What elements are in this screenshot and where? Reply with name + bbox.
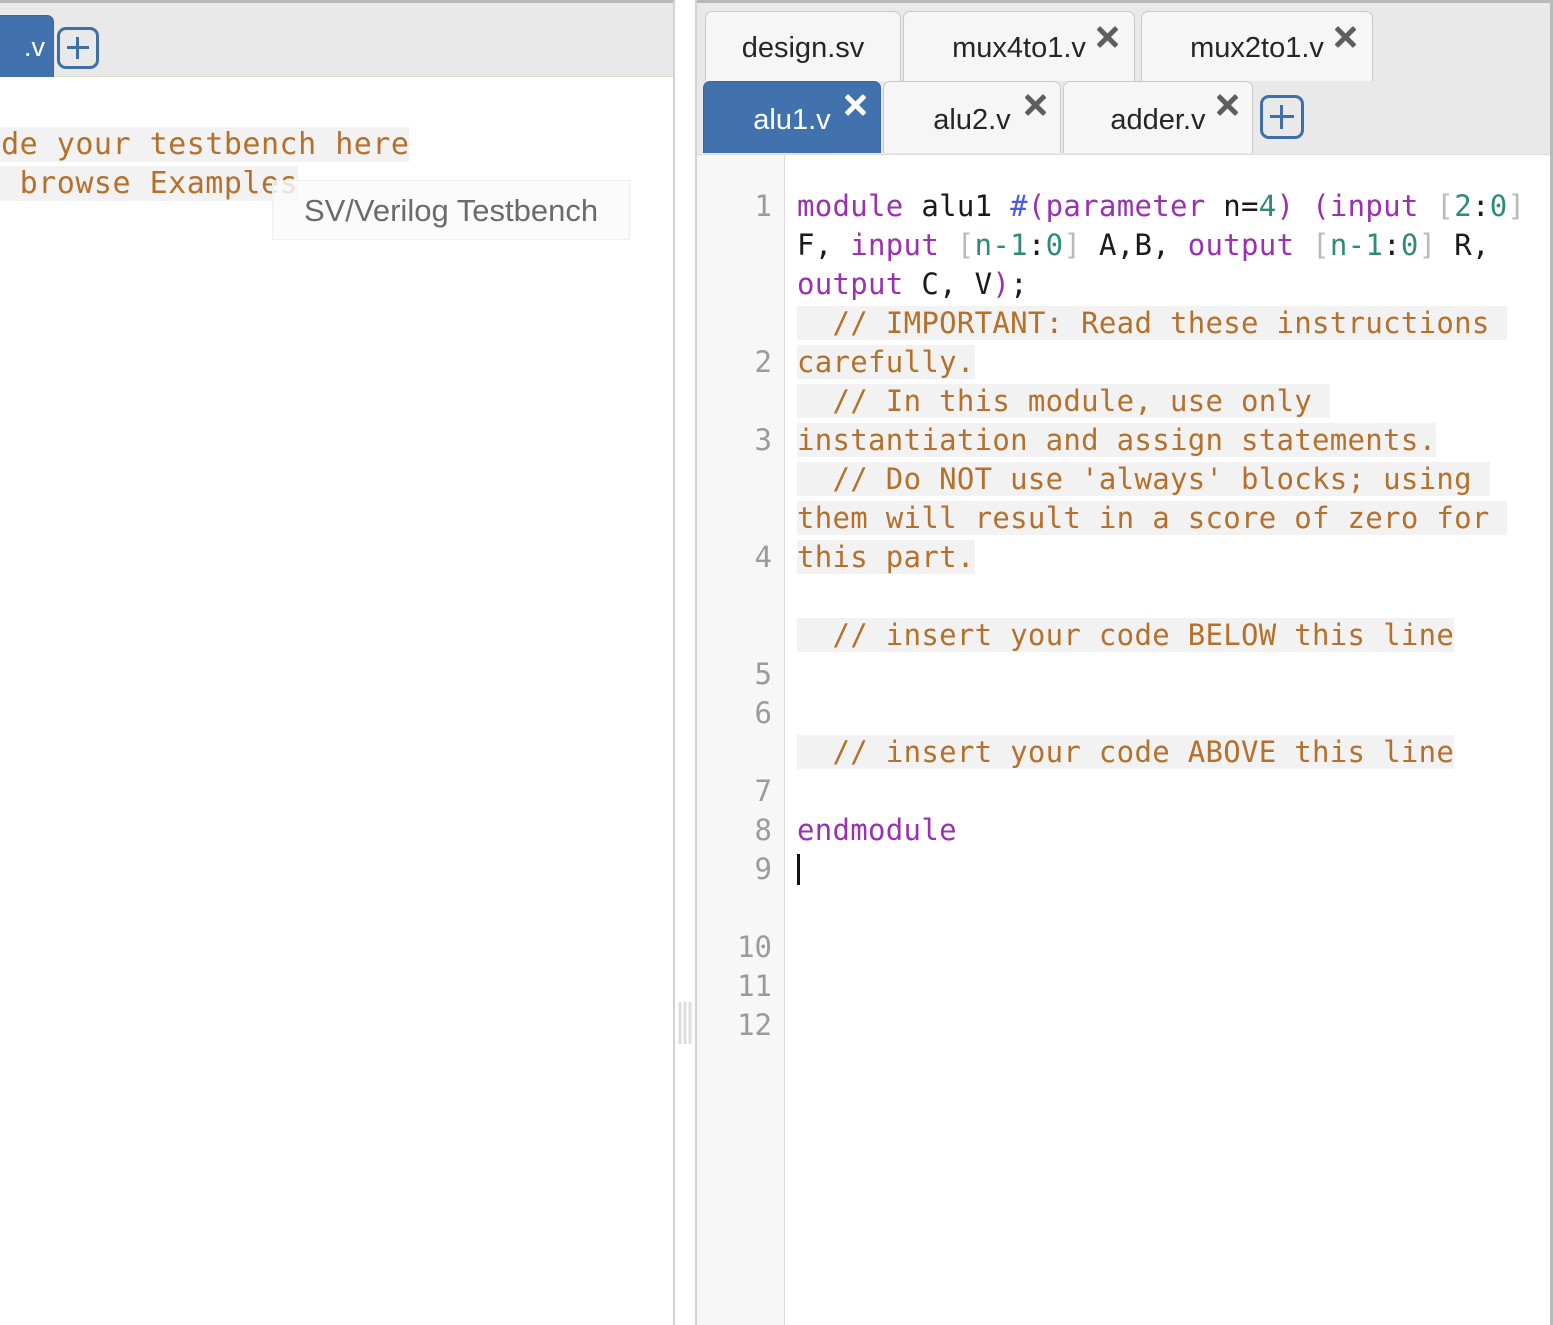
tab-alu1-v[interactable]: alu1.v	[703, 81, 881, 153]
design-tabbar: design.sv mux4to1.v mux2to1.v alu1.v alu…	[697, 3, 1550, 155]
tab-mux2to1-v[interactable]: mux2to1.v	[1141, 11, 1373, 81]
code-line-3: // In this module, use only instantiatio…	[797, 382, 1550, 460]
line-number: 11	[737, 969, 772, 1003]
verilog-ide-window: .v Code your testbench here or browse Ex…	[0, 0, 1553, 1325]
token-number: n-1	[1329, 228, 1384, 262]
testbench-placeholder-line-2: or browse Examples	[0, 166, 299, 201]
token-bracket: [	[1294, 228, 1330, 262]
token-keyword: input	[1329, 189, 1419, 223]
token-bracket: ]	[1507, 189, 1526, 223]
token-comment: // Do NOT use 'always' blocks; using the…	[797, 462, 1508, 574]
token-number: 2	[1454, 189, 1472, 223]
testbench-editor[interactable]: Code your testbench here or browse Examp…	[0, 77, 673, 1325]
token-keyword: output	[1187, 228, 1295, 262]
line-number-spacer	[697, 889, 784, 928]
token-bracket: [	[939, 228, 975, 262]
code-line-6: // insert your code BELOW this line	[797, 616, 1550, 655]
splitter-grip-icon	[678, 1002, 692, 1044]
code-editor[interactable]: 1 2 3 4 5 6 7 8 9 10 11 12 module alu1 #…	[697, 155, 1550, 1325]
tab-design-sv[interactable]: design.sv	[705, 11, 901, 81]
token-number: n-1	[974, 228, 1028, 262]
line-number: 10	[737, 930, 772, 964]
line-number-gutter: 1 2 3 4 5 6 7 8 9 10 11 12	[697, 155, 785, 1325]
text-caret	[797, 854, 800, 885]
code-line-12	[797, 850, 1550, 889]
token-paren: (	[1312, 189, 1330, 223]
line-number-spacer	[697, 577, 784, 655]
line-number-spacer	[697, 733, 784, 772]
add-design-tab-button[interactable]	[1260, 95, 1304, 139]
token-keyword: (parameter	[1027, 189, 1206, 223]
token-semicolon: ;	[1010, 267, 1028, 301]
code-line-2: // IMPORTANT: Read these instructions ca…	[797, 304, 1550, 382]
testbench-panel: .v Code your testbench here or browse Ex…	[0, 0, 673, 1325]
token-colon: :	[1027, 228, 1046, 262]
code-line-4: // Do NOT use 'always' blocks; using the…	[797, 460, 1550, 577]
code-line-1: module alu1 #(parameter n=4) (input [2:0…	[797, 187, 1550, 304]
line-number: 3	[754, 423, 772, 457]
design-panel: design.sv mux4to1.v mux2to1.v alu1.v alu…	[697, 0, 1553, 1325]
code-content[interactable]: module alu1 #(parameter n=4) (input [2:0…	[785, 155, 1550, 1325]
line-number: 6	[754, 696, 772, 730]
line-number-spacer	[697, 382, 784, 421]
line-number: 1	[754, 189, 772, 223]
token-paren: )	[992, 267, 1011, 301]
token-colon: :	[1471, 189, 1490, 223]
line-number: 4	[754, 540, 772, 574]
token-comment: // insert your code ABOVE this line	[797, 735, 1455, 769]
code-line-11: endmodule	[797, 811, 1550, 850]
token-keyword: endmodule	[797, 813, 957, 847]
token-identifier: A,B,	[1081, 228, 1188, 262]
line-number-spacer	[697, 460, 784, 538]
token-identifier: n=	[1205, 189, 1259, 223]
token-number: 0	[1489, 189, 1508, 223]
token-bracket: ]	[1063, 228, 1082, 262]
line-number: 7	[754, 774, 772, 808]
testbench-tab-label: .v	[23, 32, 45, 62]
token-number: 0	[1400, 228, 1419, 262]
tab-mux4to1-v[interactable]: mux4to1.v	[903, 11, 1135, 81]
token-comment: // IMPORTANT: Read these instructions ca…	[797, 306, 1508, 379]
token-identifier: R,	[1436, 228, 1508, 262]
line-number: 9	[754, 852, 772, 886]
token-keyword: module	[797, 189, 904, 223]
testbench-tooltip: SV/Verilog Testbench	[272, 180, 630, 240]
close-icon[interactable]	[1214, 92, 1240, 118]
tab-alu2-v[interactable]: alu2.v	[883, 81, 1061, 153]
token-number: 4	[1258, 189, 1277, 223]
tab-label: design.sv	[741, 32, 865, 64]
testbench-tab[interactable]: .v	[0, 15, 54, 77]
close-icon[interactable]	[1332, 24, 1358, 50]
line-number: 2	[754, 345, 772, 379]
token-keyword: input	[850, 228, 940, 262]
line-number: 8	[754, 813, 772, 847]
token-comment: // In this module, use only instantiatio…	[797, 384, 1437, 457]
testbench-tabbar: .v	[0, 3, 673, 77]
token-number: 0	[1045, 228, 1064, 262]
line-number-spacer	[697, 226, 784, 343]
close-icon[interactable]	[1022, 92, 1048, 118]
close-icon[interactable]	[842, 92, 868, 118]
close-icon[interactable]	[1094, 24, 1120, 50]
line-number: 12	[737, 1008, 772, 1042]
token-hash: #	[1010, 189, 1028, 223]
panel-splitter[interactable]	[673, 0, 697, 1325]
code-line-9: // insert your code ABOVE this line	[797, 733, 1550, 772]
testbench-placeholder-line-1: Code your testbench here	[0, 127, 410, 162]
token-bracket: ]	[1418, 228, 1437, 262]
tab-adder-v[interactable]: adder.v	[1063, 81, 1253, 153]
token-identifier: C, V	[903, 267, 993, 301]
token-bracket: [	[1418, 189, 1455, 223]
token-identifier: alu1	[903, 189, 1011, 223]
add-testbench-tab-button[interactable]	[57, 27, 99, 69]
line-number: 5	[754, 657, 772, 691]
token-colon: :	[1383, 228, 1401, 262]
token-paren: )	[1276, 189, 1295, 223]
token-keyword: output	[797, 267, 904, 301]
token-comment: // insert your code BELOW this line	[797, 618, 1455, 652]
